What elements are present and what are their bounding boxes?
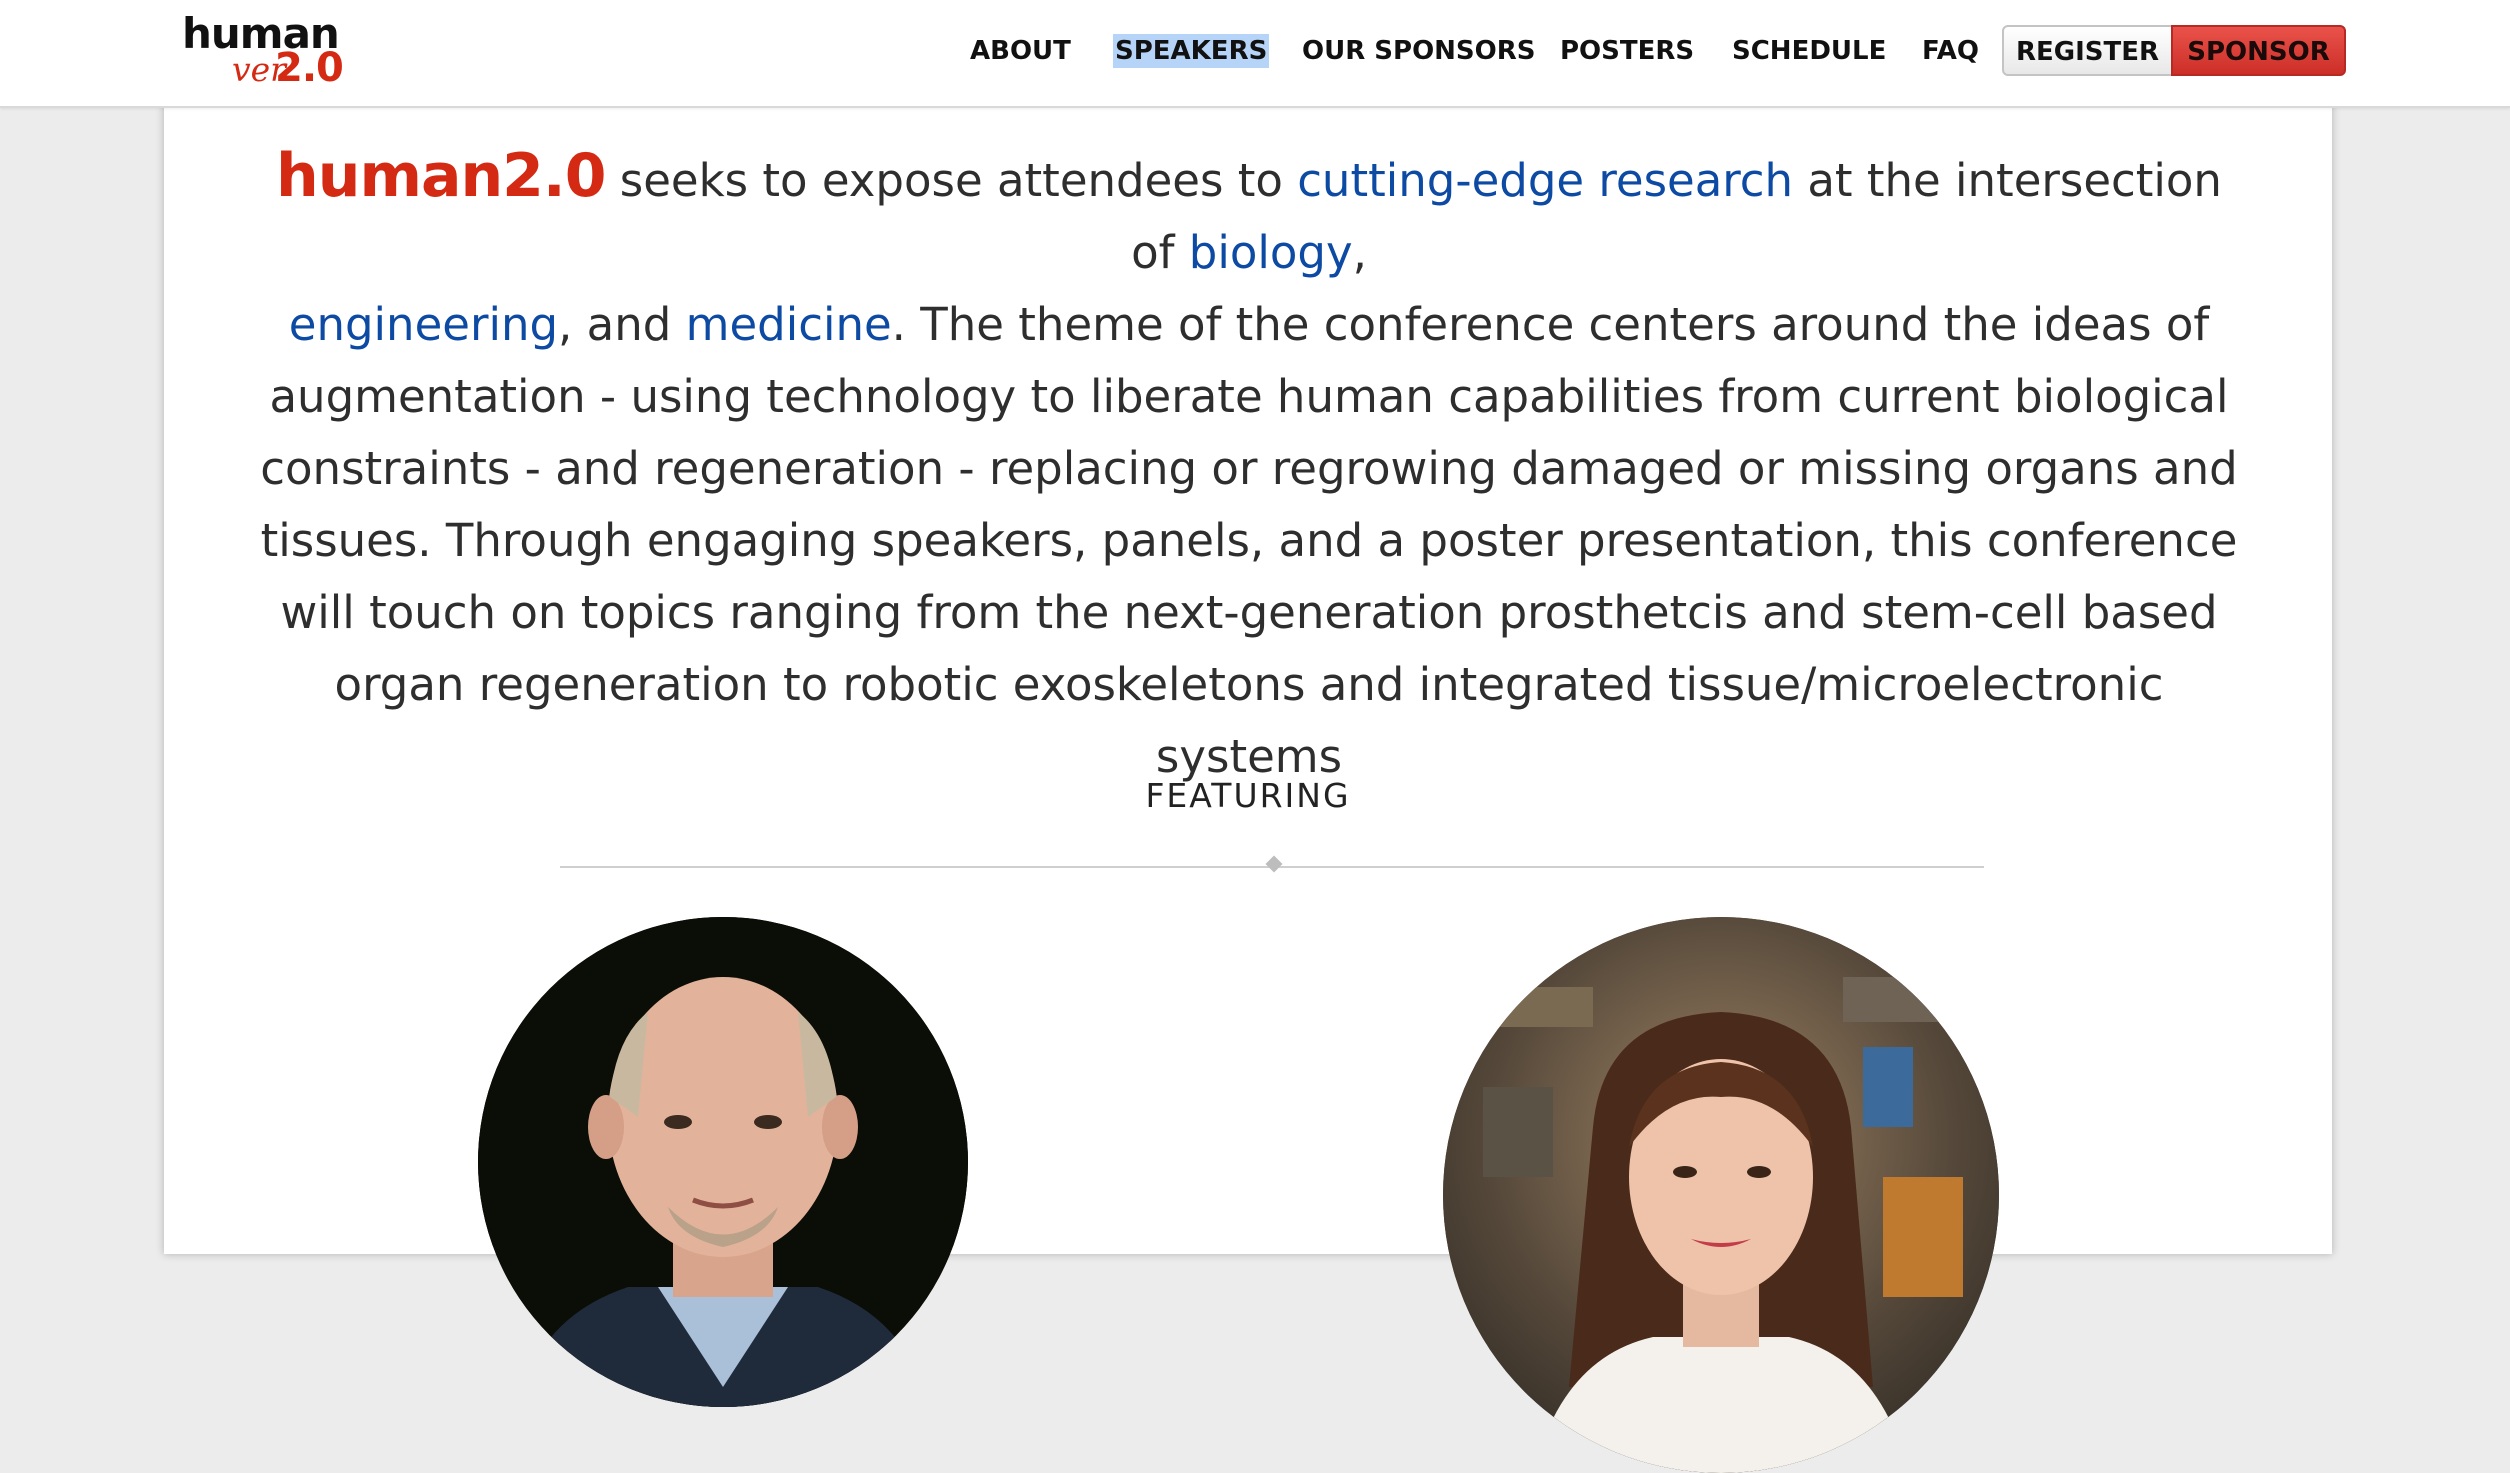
- speaker-photo[interactable]: [1443, 917, 1999, 1473]
- main-content-card: human2.0 seeks to expose attendees to cu…: [164, 0, 2332, 1473]
- divider-line-left: [560, 866, 1414, 868]
- brand-name: human2.0: [276, 141, 606, 211]
- cutting-edge-research-link[interactable]: cutting-edge research: [1297, 154, 1793, 207]
- intro-text: , and: [558, 298, 686, 351]
- speaker-photo[interactable]: [478, 917, 968, 1407]
- featuring-heading: FEATURING: [1145, 776, 1351, 815]
- engineering-link[interactable]: engineering: [289, 298, 558, 351]
- sponsor-button[interactable]: SPONSOR: [2171, 25, 2346, 76]
- top-navigation-bar: human ver 2.0 ABOUT SPEAKERS OUR SPONSOR…: [0, 0, 2510, 108]
- nav-faq[interactable]: FAQ: [1922, 34, 1979, 68]
- nav-posters[interactable]: POSTERS: [1560, 34, 1694, 68]
- nav-schedule[interactable]: SCHEDULE: [1732, 34, 1886, 68]
- register-button[interactable]: REGISTER: [2002, 25, 2173, 76]
- logo-version-number: 2.0: [275, 45, 344, 91]
- nav-our-sponsors[interactable]: OUR SPONSORS: [1302, 34, 1536, 68]
- intro-text: ,: [1352, 226, 1367, 279]
- intro-text: seeks to expose attendees to: [605, 154, 1298, 207]
- divider-diamond-icon: [1265, 855, 1283, 873]
- nav-speakers[interactable]: SPEAKERS: [1113, 34, 1270, 68]
- medicine-link[interactable]: medicine: [686, 298, 892, 351]
- speaker-portrait-man: [478, 917, 968, 1407]
- intro-text: . The theme of the conference centers ar…: [260, 298, 2238, 783]
- site-logo[interactable]: human ver 2.0: [182, 12, 344, 92]
- intro-paragraph: human2.0 seeks to expose attendees to cu…: [254, 140, 2244, 793]
- speaker-portrait-woman: [1443, 917, 1999, 1473]
- biology-link[interactable]: biology: [1189, 226, 1353, 279]
- nav-about[interactable]: ABOUT: [970, 34, 1071, 68]
- divider-line-right: [1292, 866, 1984, 868]
